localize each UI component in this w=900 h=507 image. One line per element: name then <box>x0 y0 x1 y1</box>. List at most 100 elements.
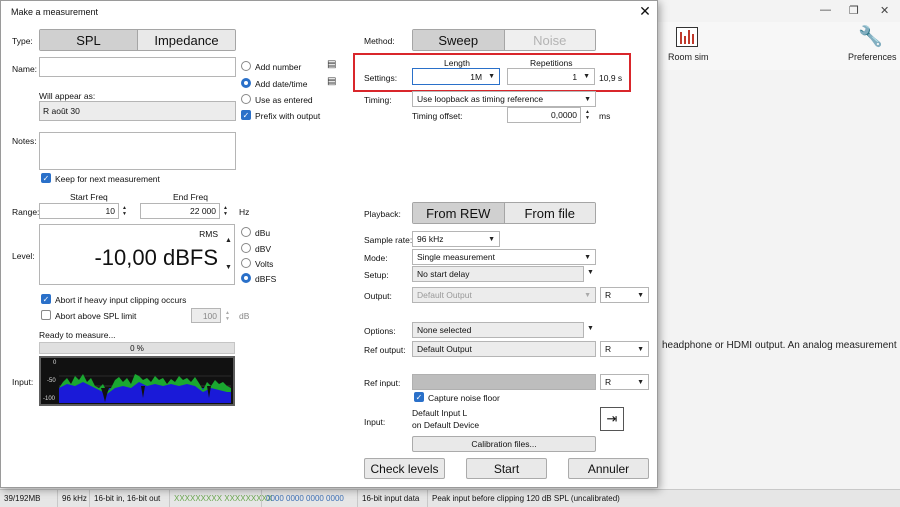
ref-input-label: Ref input: <box>364 378 401 388</box>
name-input[interactable] <box>39 57 236 77</box>
playback-file-button[interactable]: From file <box>503 203 595 223</box>
unit-volts-radio[interactable] <box>241 258 251 268</box>
progress-bar: 0 % <box>39 342 235 354</box>
end-freq-label: End Freq <box>173 192 208 202</box>
output-label: Output: <box>364 291 392 301</box>
clip-indicator-status: XXXXXXXXX XXXXXXXXX <box>170 490 272 507</box>
mode-select[interactable]: Single measurement ▼ <box>412 249 596 265</box>
will-appear-label: Will appear as: <box>39 91 96 101</box>
status-message: Ready to measure... <box>39 330 116 340</box>
method-selector: Sweep Noise <box>412 29 596 51</box>
unit-dbu-label[interactable]: dBu <box>255 228 270 238</box>
mode-label: Mode: <box>364 253 388 263</box>
output-select[interactable]: Default Output ▼ <box>412 287 596 303</box>
end-freq-input[interactable]: 22 000 <box>140 203 220 219</box>
preferences-icon[interactable]: 🔧 <box>858 24 883 49</box>
add-date-radio[interactable] <box>241 78 251 88</box>
method-noise-button[interactable]: Noise <box>503 30 595 50</box>
level-display[interactable]: RMS -10,00 dBFS <box>39 224 235 285</box>
end-freq-spinner[interactable]: ▲ ▼ <box>223 205 228 217</box>
room-sim-label[interactable]: Room sim <box>668 52 709 62</box>
timing-offset-label: Timing offset: <box>412 111 463 121</box>
window-close-icon[interactable]: ✕ <box>880 4 889 17</box>
timing-label: Timing: <box>364 95 392 105</box>
calibration-files-button[interactable]: Calibration files... <box>412 436 596 452</box>
input-data-status: 16-bit input data <box>358 490 428 507</box>
options-dropdown-icon[interactable]: ▼ <box>587 325 594 332</box>
unit-dbfs-label[interactable]: dBFS <box>255 274 276 284</box>
notes-input[interactable] <box>39 132 236 170</box>
sample-rate-select[interactable]: 96 kHz ▼ <box>412 231 500 247</box>
setup-field[interactable]: No start delay <box>412 266 584 282</box>
dialog-title: Make a measurement <box>11 7 99 17</box>
timing-offset-input[interactable]: 0,0000 <box>507 107 581 123</box>
range-label: Range: <box>12 207 40 217</box>
mode-value: Single measurement <box>417 252 495 262</box>
options-label: Options: <box>364 326 396 336</box>
start-freq-input[interactable]: 10 <box>39 203 119 219</box>
abort-clip-label[interactable]: Abort if heavy input clipping occurs <box>55 295 186 305</box>
preferences-label[interactable]: Preferences <box>848 52 897 62</box>
level-up-icon[interactable]: ▲ <box>225 237 232 244</box>
spl-limit-input[interactable]: 100 <box>191 308 221 323</box>
timing-offset-spinner[interactable]: ▲ ▼ <box>585 109 590 121</box>
level-value: -10,00 dBFS <box>94 245 218 270</box>
maximize-icon[interactable]: ❐ <box>849 4 859 17</box>
add-number-label[interactable]: Add number <box>255 62 301 72</box>
cancel-button[interactable]: Annuler <box>568 458 649 479</box>
unit-dbv-label[interactable]: dBV <box>255 244 271 254</box>
start-freq-label: Start Freq <box>70 192 108 202</box>
prefix-label[interactable]: Prefix with output <box>255 111 320 121</box>
capture-noise-label[interactable]: Capture noise floor <box>428 393 500 403</box>
input-select-icon[interactable]: ⇥ <box>600 407 624 431</box>
ref-input-channel-select[interactable]: R ▼ <box>600 374 649 390</box>
minimize-icon[interactable]: — <box>820 4 831 16</box>
abort-spl-label[interactable]: Abort above SPL limit <box>55 311 136 321</box>
add-number-list-icon[interactable]: ▤ <box>327 59 336 70</box>
capture-noise-checkbox[interactable]: ✓ <box>414 392 424 402</box>
spectrum-graph <box>59 374 231 403</box>
add-date-label[interactable]: Add date/time <box>255 79 307 89</box>
unit-dbv-radio[interactable] <box>241 243 251 253</box>
type-spl-button[interactable]: SPL <box>40 30 137 50</box>
prefix-checkbox[interactable]: ✓ <box>241 110 251 120</box>
input-spectrum-meter: 0 -50 -100 <box>39 356 235 406</box>
playback-rew-button[interactable]: From REW <box>413 203 504 223</box>
measurement-dialog: Make a measurement ✕ Type: SPL Impedance… <box>0 0 658 488</box>
timing-select[interactable]: Use loopback as timing reference ▼ <box>412 91 596 107</box>
type-impedance-button[interactable]: Impedance <box>137 30 235 50</box>
abort-spl-checkbox[interactable]: ✓ <box>41 310 51 320</box>
abort-clip-checkbox[interactable]: ✓ <box>41 294 51 304</box>
options-field[interactable]: None selected <box>412 322 584 338</box>
setup-value: No start delay <box>417 269 470 279</box>
add-number-radio[interactable] <box>241 61 251 71</box>
will-appear-value: R août 30 <box>39 101 236 121</box>
ref-output-field[interactable]: Default Output <box>412 341 596 357</box>
output-value: Default Output <box>417 290 472 300</box>
use-as-entered-label[interactable]: Use as entered <box>255 95 313 105</box>
memory-status: 39/192MB <box>0 490 58 507</box>
spl-limit-spinner[interactable]: ▲ ▼ <box>225 310 230 322</box>
unit-dbfs-radio[interactable] <box>241 273 251 283</box>
unit-volts-label[interactable]: Volts <box>255 259 273 269</box>
sample-rate-status: 96 kHz <box>58 490 90 507</box>
close-icon[interactable]: ✕ <box>638 3 652 20</box>
ref-output-channel-select[interactable]: R ▼ <box>600 341 649 357</box>
output-channel-select[interactable]: R ▼ <box>600 287 649 303</box>
check-levels-button[interactable]: Check levels <box>364 458 445 479</box>
date-format-icon[interactable]: ▤ <box>327 76 336 87</box>
use-as-entered-radio[interactable] <box>241 94 251 104</box>
unit-dbu-radio[interactable] <box>241 227 251 237</box>
start-freq-spinner[interactable]: ▲ ▼ <box>122 205 127 217</box>
ref-input-field[interactable] <box>412 374 596 390</box>
level-down-icon[interactable]: ▼ <box>225 264 232 271</box>
start-button[interactable]: Start <box>466 458 547 479</box>
ref-output-channel-value: R <box>605 344 612 354</box>
room-sim-icon[interactable] <box>676 27 698 47</box>
method-sweep-button[interactable]: Sweep <box>413 30 504 50</box>
meter-tick-50: -50 <box>47 378 56 384</box>
keep-notes-label[interactable]: Keep for next measurement <box>55 174 160 184</box>
setup-dropdown-icon[interactable]: ▼ <box>587 269 594 276</box>
chevron-down-icon: ▼ <box>584 95 591 103</box>
keep-notes-checkbox[interactable]: ✓ <box>41 173 51 183</box>
